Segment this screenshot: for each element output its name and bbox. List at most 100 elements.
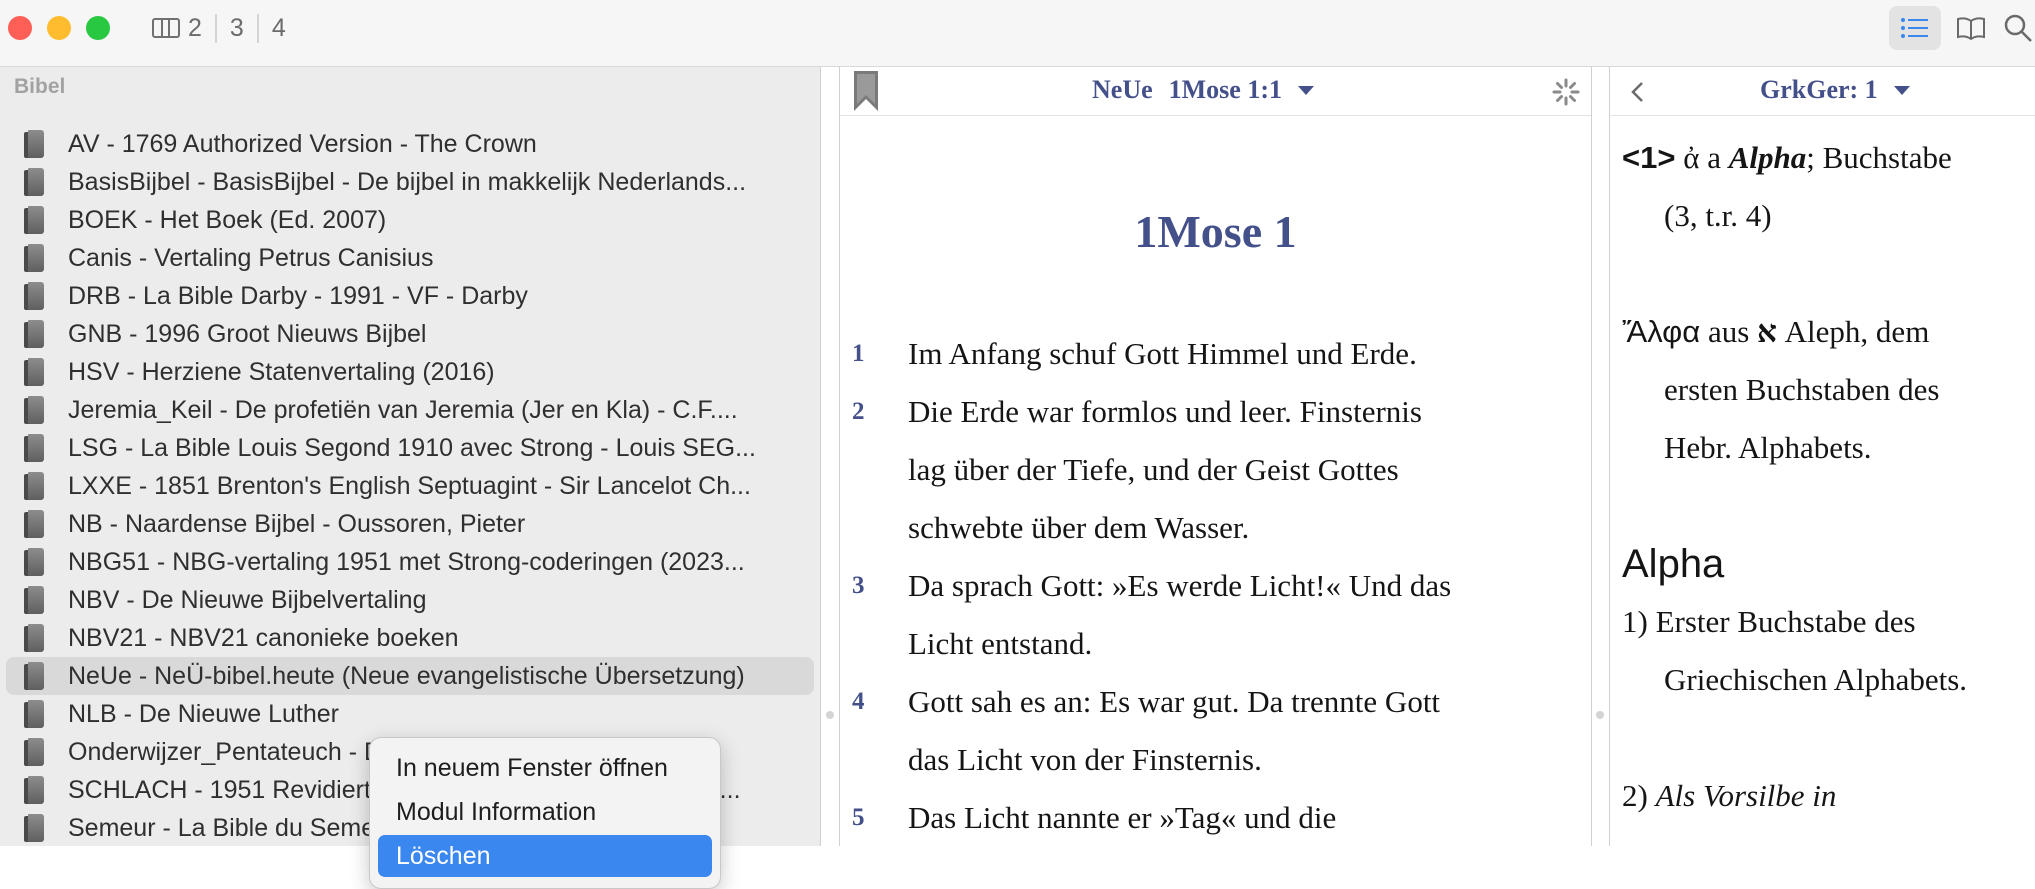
columns-icon[interactable] — [152, 18, 180, 38]
search-icon — [2004, 14, 2032, 42]
module-sidebar: Bibel AV - 1769 Authorized Version - The… — [0, 67, 821, 889]
verse-text: Da sprach Gott: »Es werde Licht!« Und da… — [908, 568, 1452, 661]
verse-list: 1 Im Anfang schuf Gott Himmel und Erde. … — [852, 325, 1582, 847]
hebrew-letter: א — [1757, 314, 1777, 349]
book-icon — [24, 814, 46, 842]
search-button[interactable] — [2001, 6, 2035, 50]
module-item[interactable]: BasisBijbel - BasisBijbel - De bijbel in… — [0, 163, 820, 201]
module-label: BOEK - Het Boek (Ed. 2007) — [68, 205, 387, 234]
window-count-3[interactable]: 3 — [214, 13, 257, 43]
module-item-selected[interactable]: NeUe - NeÜ-bibel.heute (Neue evangelisti… — [6, 657, 814, 695]
book-icon — [24, 282, 46, 310]
split-divider-handle[interactable] — [826, 711, 834, 719]
module-reference-selector[interactable]: NeUe 1Mose 1:1 — [1092, 75, 1314, 105]
module-label: AV - 1769 Authorized Version - The Crown — [68, 129, 537, 158]
transliteration: a — [1707, 140, 1721, 175]
module-label: NBV - De Nieuwe Bijbelvertaling — [68, 585, 427, 614]
window-layout-selector: 2 3 4 — [152, 8, 299, 48]
dictionary-selector[interactable]: GrkGer: 1 — [1760, 75, 1910, 105]
verse-number[interactable]: 1 — [852, 325, 908, 383]
verse-text: Das Licht nannte er »Tag« und die — [908, 800, 1337, 835]
module-item[interactable]: GNB - 1996 Groot Nieuws Bijbel — [0, 315, 820, 353]
module-item[interactable]: Canis - Vertaling Petrus Canisius — [0, 239, 820, 277]
book-icon — [24, 548, 46, 576]
entry-word: Alpha — [1728, 140, 1807, 175]
module-item[interactable]: NB - Naardense Bijbel - Oussoren, Pieter — [0, 505, 820, 543]
module-item[interactable]: NBV21 - NBV21 canonieke boeken — [0, 619, 820, 657]
split-divider-handle[interactable] — [1596, 711, 1604, 719]
module-item[interactable]: NBV - De Nieuwe Bijbelvertaling — [0, 581, 820, 619]
close-window-button[interactable] — [8, 16, 32, 40]
module-label: NLB - De Nieuwe Luther — [68, 699, 339, 728]
book-icon — [24, 396, 46, 424]
open-book-icon — [1957, 17, 1985, 40]
module-item[interactable]: NBG51 - NBG-vertaling 1951 met Strong-co… — [0, 543, 820, 581]
book-icon — [24, 624, 46, 652]
menu-item-open-new-window[interactable]: In neuem Fenster öffnen — [378, 747, 712, 789]
minimize-window-button[interactable] — [47, 16, 71, 40]
greek-lemma: ἀ — [1683, 140, 1700, 175]
list-icon — [1901, 18, 1928, 38]
verse: 2 Die Erde war formlos und leer. Finster… — [852, 383, 1582, 557]
entry-number: <1> — [1622, 140, 1676, 175]
greek-word: Ἄλφα — [1622, 314, 1701, 349]
book-icon — [24, 168, 46, 196]
window-count-2[interactable]: 2 — [180, 14, 215, 43]
chevron-down-icon — [1893, 85, 1910, 95]
module-item[interactable]: BOEK - Het Boek (Ed. 2007) — [0, 201, 820, 239]
bookmark-icon[interactable] — [852, 71, 880, 111]
verse-number[interactable]: 5 — [852, 789, 908, 847]
verse-text: Die Erde war formlos und leer. Finsterni… — [908, 394, 1422, 545]
module-item[interactable]: DRB - La Bible Darby - 1991 - VF - Darby — [0, 277, 820, 315]
verse-number[interactable]: 4 — [852, 673, 908, 789]
module-item[interactable]: LSG - La Bible Louis Segond 1910 avec St… — [0, 429, 820, 467]
book-icon — [24, 244, 46, 272]
book-icon — [24, 434, 46, 462]
book-icon — [24, 206, 46, 234]
window-count-4[interactable]: 4 — [256, 13, 299, 43]
book-icon — [24, 358, 46, 386]
verse-number[interactable]: 2 — [852, 383, 908, 557]
book-icon — [24, 776, 46, 804]
zoom-window-button[interactable] — [86, 16, 110, 40]
book-icon — [24, 320, 46, 348]
verse-number[interactable]: 3 — [852, 557, 908, 673]
module-item[interactable]: NLB - De Nieuwe Luther — [0, 695, 820, 733]
menu-item-module-info[interactable]: Modul Information — [378, 791, 712, 833]
module-label: DRB - La Bible Darby - 1991 - VF - Darby — [68, 281, 528, 310]
module-label: LXXE - 1851 Brenton's English Septuagint… — [68, 471, 751, 500]
verse: 3 Da sprach Gott: »Es werde Licht!« Und … — [852, 557, 1582, 673]
entry-heading: Alpha — [1622, 542, 1725, 586]
book-icon — [24, 662, 46, 690]
book-view-button[interactable] — [1945, 6, 1997, 50]
module-item[interactable]: HSV - Herziene Statenvertaling (2016) — [0, 353, 820, 391]
module-abbrev: NeUe — [1092, 75, 1153, 104]
module-label: Canis - Vertaling Petrus Canisius — [68, 243, 434, 272]
module-label: HSV - Herziene Statenvertaling (2016) — [68, 357, 495, 386]
book-icon — [24, 738, 46, 766]
module-item[interactable]: AV - 1769 Authorized Version - The Crown — [0, 125, 820, 163]
title-bar: 2 3 4 — [0, 0, 2035, 67]
module-item[interactable]: Jeremia_Keil - De profetiën van Jeremia … — [0, 391, 820, 429]
entry-line: Hebr. Alphabets. — [1664, 430, 1872, 465]
entry-line: ersten Buchstaben des — [1664, 372, 1940, 407]
menu-item-delete[interactable]: Löschen — [378, 835, 712, 877]
pane-header: GrkGer: 1 — [1610, 67, 2035, 116]
list-view-button[interactable] — [1889, 6, 1941, 50]
chevron-left-icon[interactable] — [1630, 81, 1644, 103]
activity-spinner-icon — [1552, 78, 1580, 106]
entry-description: ; Buchstabe — [1806, 140, 1952, 175]
definition-line: 2) Als Vorsilbe in — [1622, 778, 1837, 813]
chapter-heading: 1Mose 1 — [1134, 206, 1297, 257]
dictionary-entry: <1> ἀ a Alpha; Buchstabe (3, t.r. 4) Ἄλφ… — [1622, 129, 2035, 825]
module-item[interactable]: LXXE - 1851 Brenton's English Septuagint… — [0, 467, 820, 505]
verse-text: Gott sah es an: Es war gut. Da trennte G… — [908, 684, 1441, 777]
reference-text: 1Mose 1:1 — [1168, 75, 1282, 104]
chevron-down-icon — [1298, 85, 1314, 95]
toolbar-right — [1885, 6, 2035, 50]
sidebar-section-title: Bibel — [14, 75, 66, 98]
verse: 4 Gott sah es an: Es war gut. Da trennte… — [852, 673, 1582, 789]
module-label: NB - Naardense Bijbel - Oussoren, Pieter — [68, 509, 526, 538]
